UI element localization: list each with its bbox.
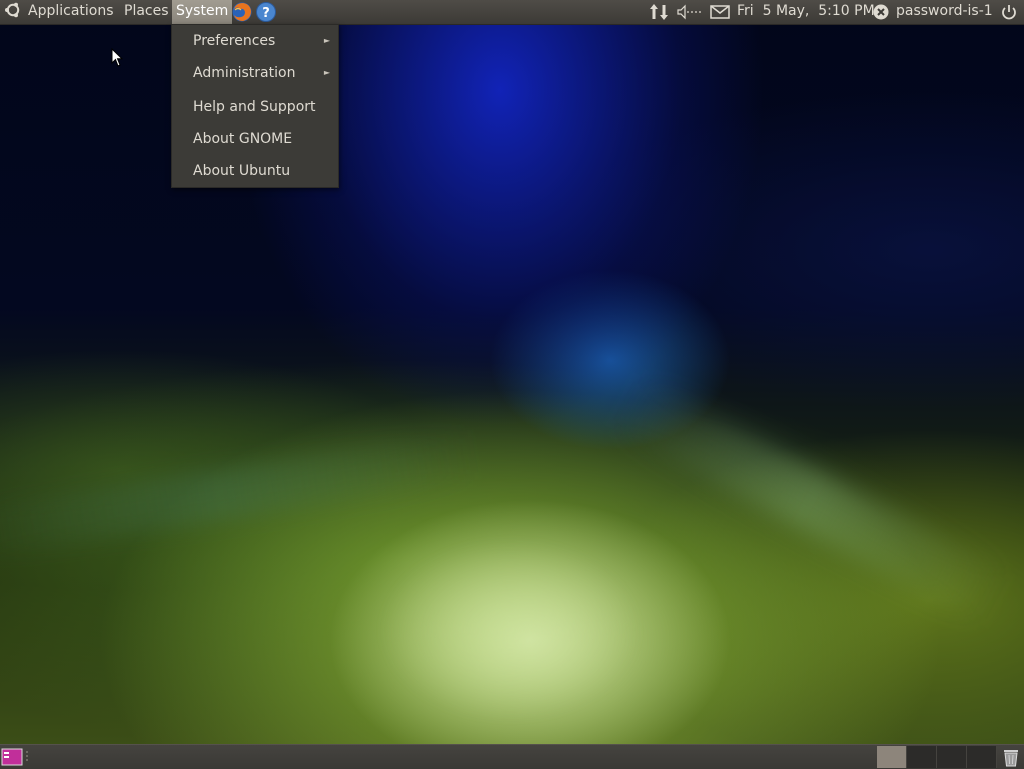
workspace-3[interactable] bbox=[937, 746, 967, 768]
applications-menu[interactable]: Applications bbox=[4, 0, 118, 24]
menu-item-label: About GNOME bbox=[193, 131, 293, 147]
menu-item-about-ubuntu[interactable]: About Ubuntu bbox=[172, 156, 338, 186]
network-icon[interactable] bbox=[648, 2, 670, 22]
mouse-cursor-icon bbox=[111, 48, 123, 67]
menu-item-label: Administration bbox=[193, 65, 296, 81]
menu-item-label: Preferences bbox=[193, 33, 276, 49]
clock[interactable]: Fri 5 May, 5:10 PM bbox=[737, 0, 875, 24]
trash-icon[interactable] bbox=[1000, 747, 1022, 767]
wallpaper-streak bbox=[610, 374, 1010, 626]
workspace-switcher bbox=[877, 746, 997, 768]
panel-handle-icon[interactable] bbox=[25, 750, 29, 764]
menu-item-label: About Ubuntu bbox=[193, 163, 291, 179]
workspace-1[interactable] bbox=[877, 746, 907, 768]
workspace-2[interactable] bbox=[907, 746, 937, 768]
menu-item-help-and-support[interactable]: Help and Support bbox=[172, 92, 338, 122]
clock-label: Fri 5 May, 5:10 PM bbox=[737, 3, 875, 19]
system-menu-label: System bbox=[176, 3, 229, 19]
system-dropdown-menu: Preferences ► Administration ► Help and … bbox=[171, 24, 339, 188]
mail-icon[interactable] bbox=[709, 2, 731, 22]
volume-icon[interactable] bbox=[676, 2, 702, 22]
user-menu[interactable]: password-is-1 bbox=[896, 0, 993, 24]
user-status-icon[interactable] bbox=[873, 4, 889, 20]
workspace-4[interactable] bbox=[967, 746, 997, 768]
applications-menu-label: Applications bbox=[28, 3, 114, 19]
power-icon[interactable] bbox=[999, 2, 1019, 22]
menu-item-label: Help and Support bbox=[193, 99, 316, 115]
menu-item-about-gnome[interactable]: About GNOME bbox=[172, 124, 338, 154]
firefox-icon[interactable] bbox=[231, 1, 253, 23]
desktop-background bbox=[0, 0, 1024, 768]
bottom-panel bbox=[0, 744, 1024, 769]
submenu-arrow-icon: ► bbox=[323, 36, 330, 45]
wallpaper-streak bbox=[0, 429, 481, 561]
places-menu-label: Places bbox=[124, 3, 169, 19]
svg-text:?: ? bbox=[262, 6, 270, 21]
submenu-arrow-icon: ► bbox=[323, 68, 330, 77]
menu-item-preferences[interactable]: Preferences ► bbox=[172, 26, 338, 56]
top-panel: Applications Places System ? Fri 5 May, … bbox=[0, 0, 1024, 25]
ubuntu-logo-icon bbox=[5, 2, 20, 18]
menu-item-administration[interactable]: Administration ► bbox=[172, 58, 338, 88]
places-menu[interactable]: Places bbox=[119, 0, 174, 24]
help-icon[interactable]: ? bbox=[255, 1, 277, 23]
show-desktop-icon[interactable] bbox=[1, 747, 23, 767]
wallpaper-streak bbox=[380, 540, 640, 720]
system-menu-button[interactable]: System bbox=[172, 0, 233, 24]
user-name-label: password-is-1 bbox=[896, 3, 993, 19]
